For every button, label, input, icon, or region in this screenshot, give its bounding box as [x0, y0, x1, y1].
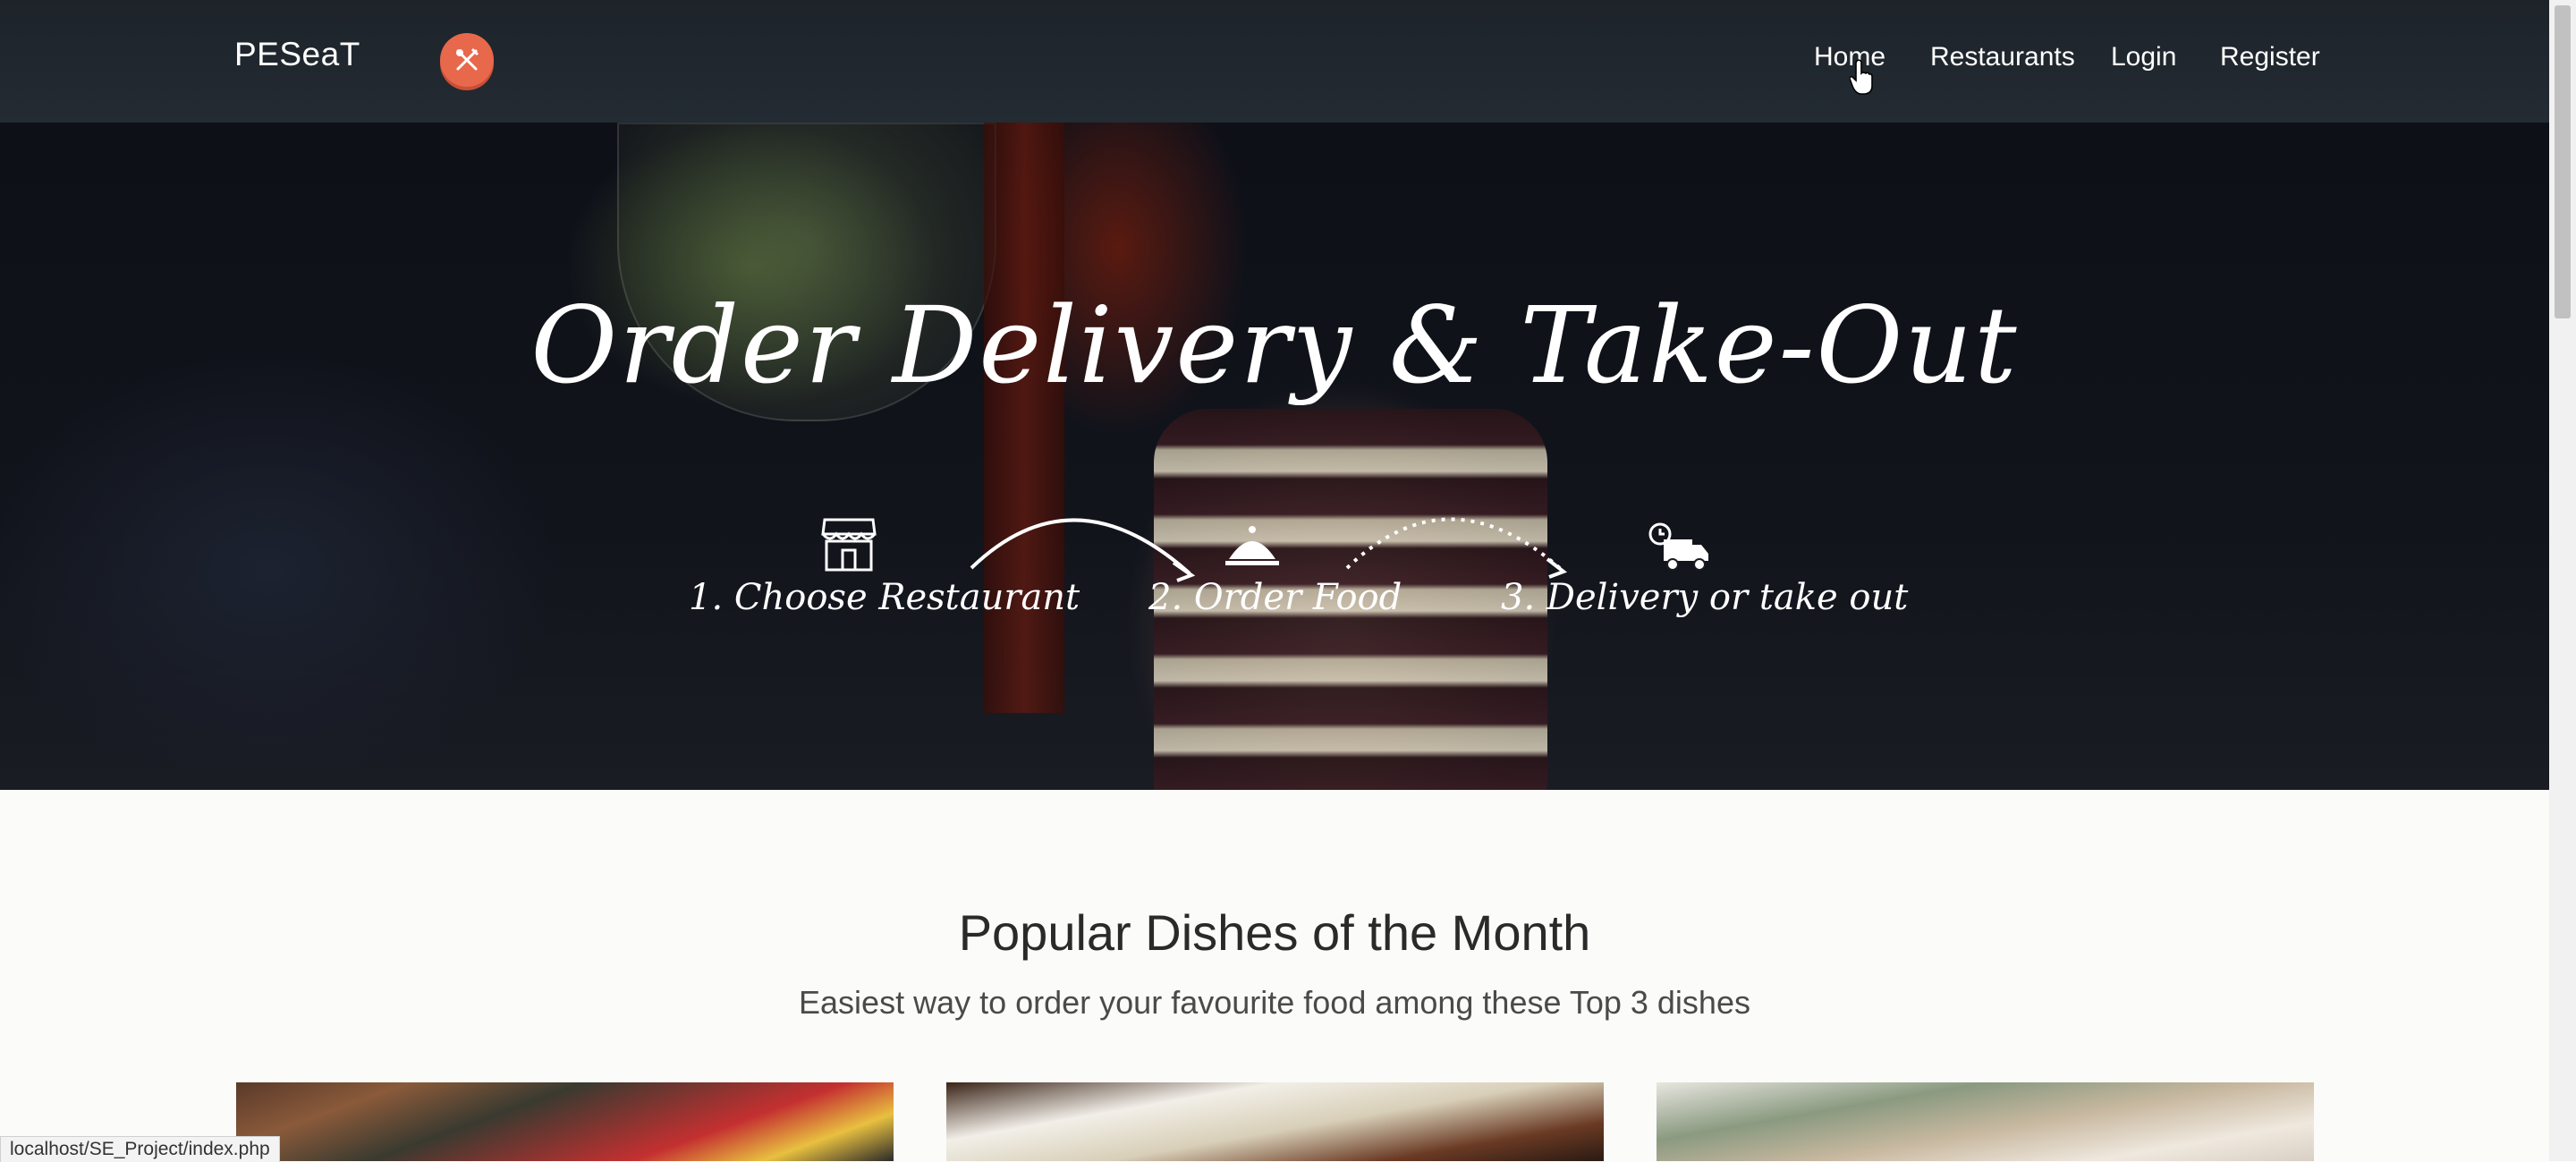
popular-dishes-subtitle: Easiest way to order your favourite food… — [799, 984, 1750, 1021]
arrow-icon — [970, 518, 1196, 582]
page-scrollbar[interactable] — [2549, 0, 2576, 1161]
scrollbar-thumb[interactable] — [2555, 5, 2571, 318]
dotted-arrow-icon — [1345, 517, 1568, 579]
nav-register[interactable]: Register — [2220, 42, 2320, 72]
hero-title: Order Delivery & Take-Out — [530, 284, 2019, 407]
delivery-truck-icon — [1648, 522, 1708, 571]
hero-banner: Order Delivery & Take-Out 1. Choose Rest… — [0, 123, 2549, 790]
top-navbar: PESeaT Home Restaurants Login Register — [0, 0, 2549, 123]
dish-card-image[interactable] — [946, 1082, 1604, 1161]
nav-links: Home Restaurants Login Register — [0, 40, 2549, 76]
hand-cursor-icon — [1850, 59, 1873, 95]
nav-login[interactable]: Login — [2111, 42, 2176, 72]
store-icon — [821, 518, 877, 572]
nav-restaurants[interactable]: Restaurants — [1930, 42, 2075, 72]
step-delivery-or-takeout: 3. Delivery or take out — [1501, 577, 1909, 618]
popular-dishes-title: Popular Dishes of the Month — [958, 904, 1591, 961]
status-bar-url: localhost/SE_Project/index.php — [0, 1136, 280, 1162]
dish-card-image[interactable] — [1657, 1082, 2314, 1161]
red-bottle-image — [984, 123, 1064, 713]
dish-card-image[interactable] — [236, 1082, 894, 1161]
cloche-icon — [1225, 526, 1279, 565]
